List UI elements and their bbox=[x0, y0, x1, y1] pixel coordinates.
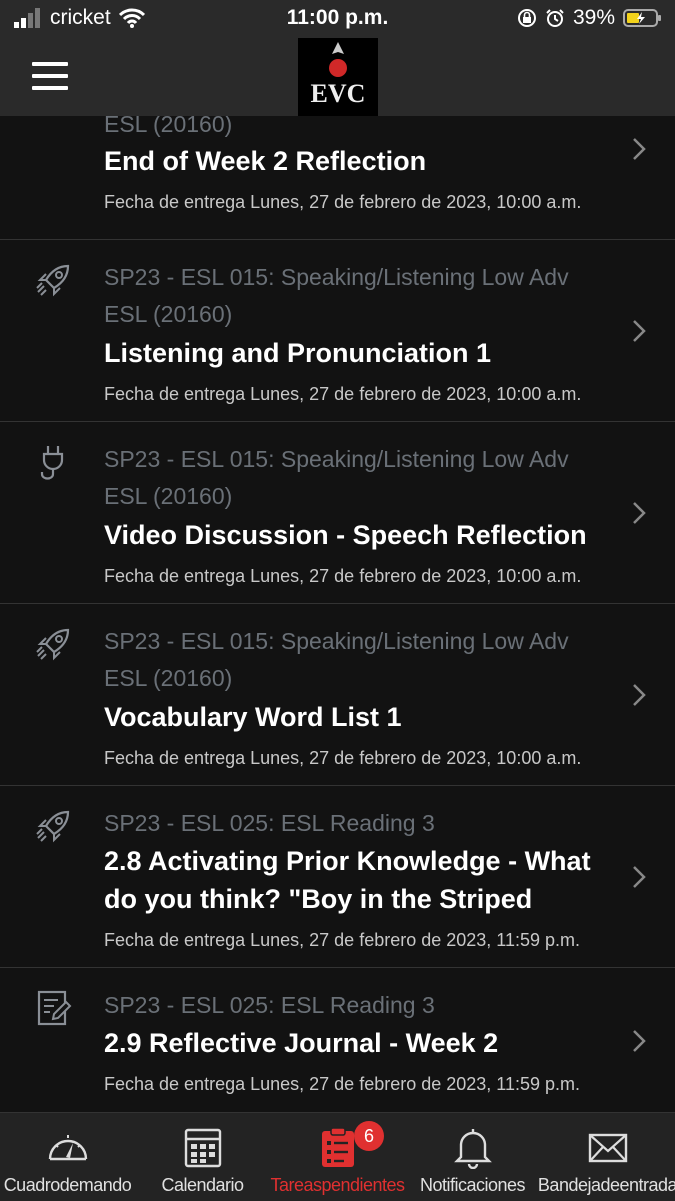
chevron-right-icon bbox=[633, 866, 646, 888]
nav-bar: EVC bbox=[0, 38, 675, 116]
course-line: ESL (20160) bbox=[104, 116, 233, 137]
status-right: 39% bbox=[517, 6, 663, 30]
assignment-title: Vocabulary Word List 1 bbox=[104, 702, 402, 732]
assignment-title: Listening and Pronunciation 1 bbox=[104, 338, 492, 368]
status-bar: cricket 11:00 p.m. 39% bbox=[0, 0, 675, 38]
tab-calendar[interactable]: Calendario bbox=[135, 1113, 270, 1201]
bell-icon bbox=[453, 1129, 492, 1169]
dashboard-icon bbox=[48, 1135, 87, 1161]
assignment-item[interactable]: SP23 - ESL 025: ESL Reading 3 2.9 Reflec… bbox=[0, 968, 675, 1112]
due-date: Fecha de entrega Lunes, 27 de febrero de… bbox=[104, 748, 582, 768]
tab-label: Tareaspendientes bbox=[270, 1175, 405, 1195]
college-logo: EVC bbox=[298, 38, 378, 116]
calendar-icon bbox=[184, 1128, 221, 1168]
tab-pending-tasks[interactable]: 6 Tareaspendientes bbox=[270, 1113, 405, 1201]
plug-icon bbox=[40, 446, 64, 480]
chevron-right-icon bbox=[633, 502, 646, 524]
tab-label: Notificaciones bbox=[419, 1175, 526, 1195]
clipboard-icon bbox=[321, 1127, 354, 1167]
course-line: SP23 - ESL 015: Speaking/Listening Low A… bbox=[104, 446, 569, 472]
chevron-right-icon bbox=[633, 320, 646, 342]
alarm-icon bbox=[546, 9, 564, 27]
course-line: SP23 - ESL 025: ESL Reading 3 bbox=[104, 992, 435, 1018]
rocket-icon bbox=[36, 628, 70, 661]
battery-charging-icon bbox=[623, 9, 661, 27]
assignment-title: 2.9 Reflective Journal - Week 2 bbox=[104, 1028, 499, 1058]
due-date: Fecha de entrega Lunes, 27 de febrero de… bbox=[104, 930, 581, 950]
tab-dashboard[interactable]: Cuadrodemando bbox=[0, 1113, 135, 1201]
assignment-item[interactable]: SP23 - ESL 025: ESL Reading 3 2.8 Activa… bbox=[0, 786, 675, 968]
tab-label: Cuadrodemando bbox=[3, 1175, 132, 1195]
assignment-title: Video Discussion - Speech Reflection bbox=[104, 520, 587, 550]
tab-bar: Cuadrodemando Calendario 6 Tareaspendien… bbox=[0, 1112, 675, 1201]
course-line: SP23 - ESL 025: ESL Reading 3 bbox=[104, 810, 435, 836]
due-date: Fecha de entrega Lunes, 27 de febrero de… bbox=[104, 566, 582, 586]
menu-line bbox=[32, 62, 68, 66]
chevron-right-icon bbox=[633, 1030, 646, 1052]
chevron-right-icon bbox=[633, 138, 646, 160]
rocket-icon bbox=[36, 264, 70, 297]
course-line: ESL (20160) bbox=[104, 301, 233, 327]
tab-label: Calendario bbox=[161, 1175, 244, 1195]
menu-line bbox=[32, 74, 68, 78]
course-line: ESL (20160) bbox=[104, 665, 233, 691]
rotation-lock-icon bbox=[517, 9, 536, 27]
due-date: Fecha de entrega Lunes, 27 de febrero de… bbox=[104, 384, 582, 404]
journal-icon bbox=[37, 990, 72, 1026]
logo-text: EVC bbox=[311, 79, 366, 108]
course-line: ESL (20160) bbox=[104, 483, 233, 509]
assignment-item[interactable]: SP23 - ESL 015: Speaking/Listening Low A… bbox=[0, 422, 675, 604]
logo-graphic: EVC bbox=[311, 42, 366, 108]
tab-notifications[interactable]: Notificaciones bbox=[405, 1113, 540, 1201]
assignment-item[interactable]: ESL (20160) End of Week 2 Reflection Fec… bbox=[0, 116, 675, 240]
assignment-item[interactable]: SP23 - ESL 015: Speaking/Listening Low A… bbox=[0, 240, 675, 422]
chevron-right-icon bbox=[633, 684, 646, 706]
due-date: Fecha de entrega Lunes, 27 de febrero de… bbox=[104, 1074, 581, 1094]
assignment-title: do you think? "Boy in the Striped bbox=[104, 884, 533, 914]
assignment-list: ESL (20160) End of Week 2 Reflection Fec… bbox=[0, 116, 675, 1112]
course-line: SP23 - ESL 015: Speaking/Listening Low A… bbox=[104, 264, 569, 290]
course-line: SP23 - ESL 015: Speaking/Listening Low A… bbox=[104, 628, 569, 654]
menu-button[interactable] bbox=[32, 62, 68, 90]
pending-count-badge: 6 bbox=[354, 1121, 384, 1151]
rocket-icon bbox=[36, 810, 70, 843]
tab-inbox[interactable]: Bandejadeentrada bbox=[538, 1113, 675, 1201]
assignment-title: 2.8 Activating Prior Knowledge - What bbox=[104, 846, 591, 876]
menu-line bbox=[32, 86, 68, 90]
tab-label: Bandejadeentrada bbox=[537, 1175, 675, 1195]
due-date: Fecha de entrega Lunes, 27 de febrero de… bbox=[104, 192, 582, 212]
battery-percent: 39% bbox=[572, 6, 615, 29]
mail-icon bbox=[588, 1133, 627, 1163]
assignment-item[interactable]: SP23 - ESL 015: Speaking/Listening Low A… bbox=[0, 604, 675, 786]
assignment-title: End of Week 2 Reflection bbox=[104, 146, 427, 176]
